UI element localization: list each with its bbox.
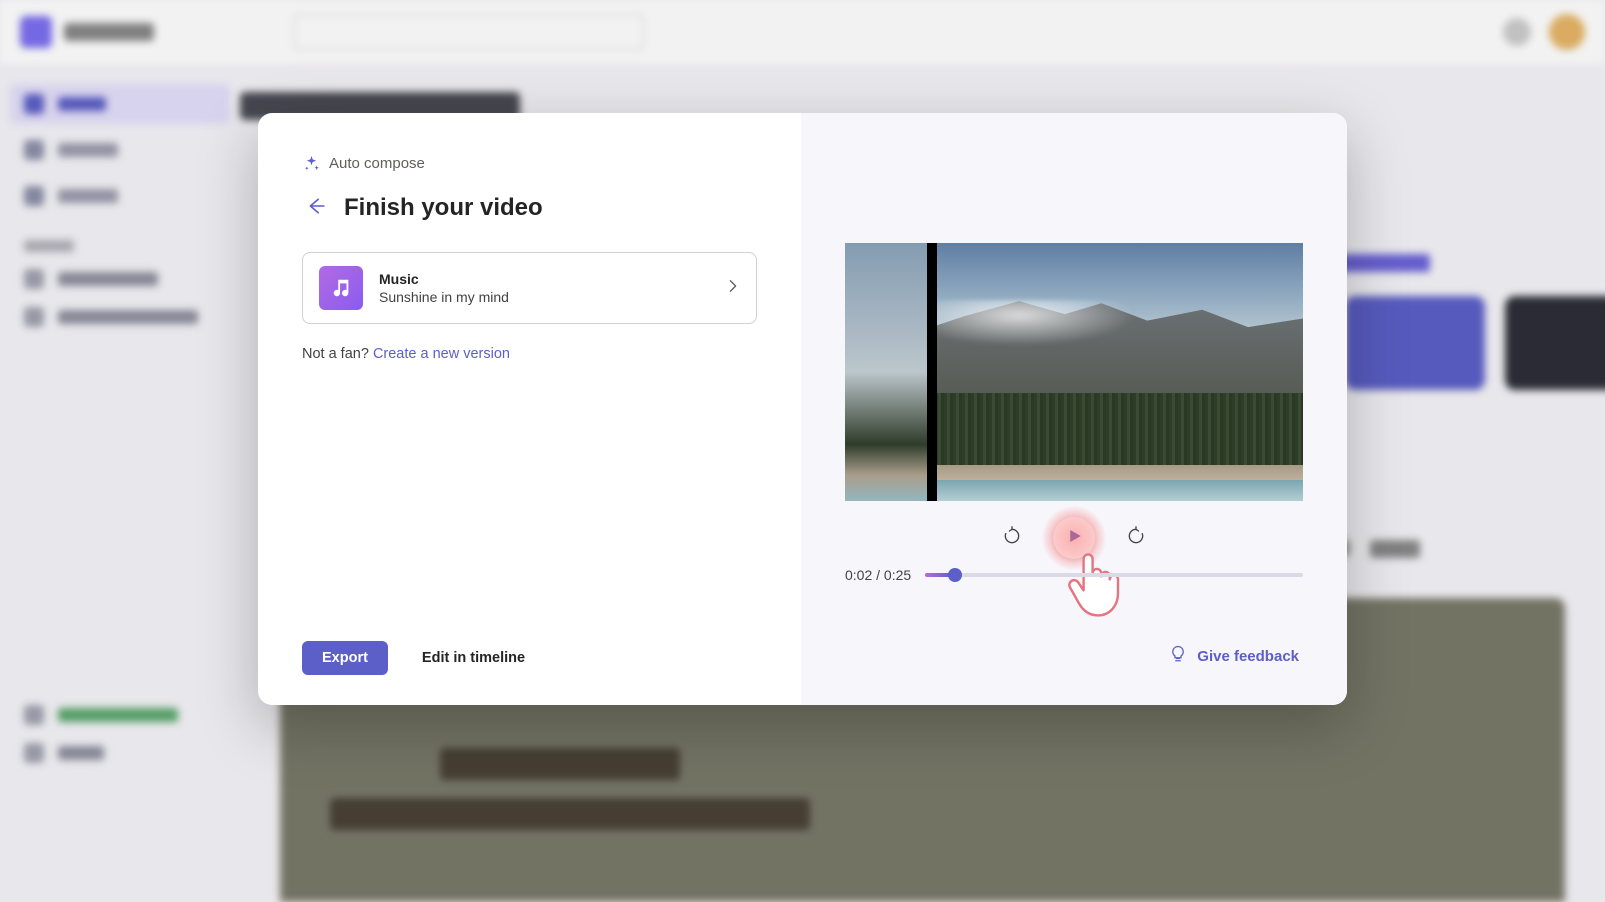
sparkle-icon — [304, 156, 319, 171]
export-button[interactable]: Export — [302, 641, 388, 675]
music-note-icon — [319, 266, 363, 310]
skip-back-icon — [1002, 526, 1022, 551]
give-feedback-label: Give feedback — [1197, 648, 1299, 665]
progress-thumb[interactable] — [948, 568, 962, 582]
video-preview[interactable] — [845, 243, 1303, 501]
music-selector-card[interactable]: Music Sunshine in my mind — [302, 252, 757, 324]
skip-forward-button[interactable] — [1119, 521, 1153, 555]
give-feedback-button[interactable]: Give feedback — [1165, 637, 1303, 675]
music-track-name: Sunshine in my mind — [379, 289, 509, 305]
lightbulb-icon — [1169, 645, 1187, 667]
create-new-version-link[interactable]: Create a new version — [373, 346, 510, 362]
arrow-left-icon — [307, 197, 325, 220]
music-text: Music Sunshine in my mind — [379, 271, 509, 305]
progress-bar[interactable] — [925, 573, 1303, 577]
not-fan-row: Not a fan? Create a new version — [302, 346, 757, 362]
edit-in-timeline-button[interactable]: Edit in timeline — [402, 641, 545, 675]
music-label: Music — [379, 271, 509, 287]
progress-row: 0:02 / 0:25 — [845, 567, 1303, 583]
not-fan-text: Not a fan? — [302, 346, 373, 362]
chevron-right-icon — [726, 279, 740, 298]
auto-compose-breadcrumb: Auto compose — [304, 155, 757, 172]
time-display: 0:02 / 0:25 — [845, 567, 911, 583]
modal-title: Finish your video — [344, 194, 543, 222]
skip-back-button[interactable] — [995, 521, 1029, 555]
modal-right-panel: 0:02 / 0:25 Give feedback — [801, 113, 1347, 705]
play-button[interactable] — [1053, 517, 1095, 559]
modal-left-panel: Auto compose Finish your video Music Sun… — [258, 113, 801, 705]
back-button[interactable] — [302, 194, 330, 222]
auto-compose-label: Auto compose — [329, 155, 425, 172]
auto-compose-modal: Auto compose Finish your video Music Sun… — [258, 113, 1347, 705]
skip-forward-icon — [1126, 526, 1146, 551]
modal-overlay: Auto compose Finish your video Music Sun… — [0, 0, 1605, 902]
play-icon — [1065, 527, 1083, 550]
player-controls — [995, 517, 1153, 559]
